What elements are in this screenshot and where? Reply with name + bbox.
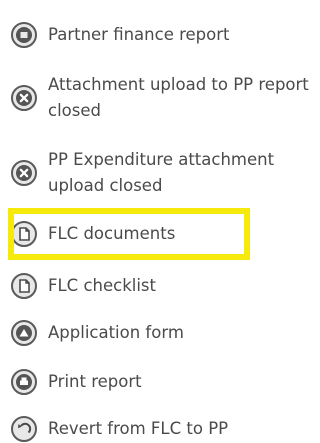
printer-circle-icon: [10, 368, 38, 396]
action-menu: Partner finance report Attachment upload…: [0, 0, 317, 442]
document-circle-icon: [10, 272, 38, 300]
menu-item-print-report[interactable]: Print report: [10, 369, 142, 396]
menu-item-label: Partner finance report: [48, 25, 230, 44]
menu-item-flc-checklist[interactable]: FLC checklist: [10, 273, 156, 300]
menu-item-flc-documents[interactable]: FLC documents: [10, 221, 175, 248]
menu-item-partner-finance-report[interactable]: Partner finance report: [10, 22, 230, 49]
menu-item-label: Attachment upload to PP report closed: [48, 75, 309, 120]
revert-circle-icon: [10, 415, 38, 443]
menu-item-label: PP Expenditure attachment upload closed: [48, 150, 275, 195]
menu-item-pp-expenditure-upload-closed[interactable]: PP Expenditure attachment upload closed: [10, 147, 310, 199]
menu-item-revert-flc-to-pp[interactable]: Revert from FLC to PP: [10, 416, 228, 443]
menu-item-label: Print report: [48, 372, 142, 391]
square-circle-icon: [10, 21, 38, 49]
menu-item-attachment-upload-closed[interactable]: Attachment upload to PP report closed: [10, 72, 310, 124]
menu-item-label: FLC checklist: [48, 276, 156, 295]
menu-item-label: FLC documents: [48, 224, 176, 243]
application-circle-icon: [10, 319, 38, 347]
document-circle-icon: [10, 220, 38, 248]
menu-item-label: Application form: [48, 323, 184, 342]
close-circle-icon: [10, 159, 38, 187]
menu-item-label: Revert from FLC to PP: [48, 419, 229, 438]
menu-item-application-form[interactable]: Application form: [10, 320, 184, 347]
close-circle-icon: [10, 84, 38, 112]
